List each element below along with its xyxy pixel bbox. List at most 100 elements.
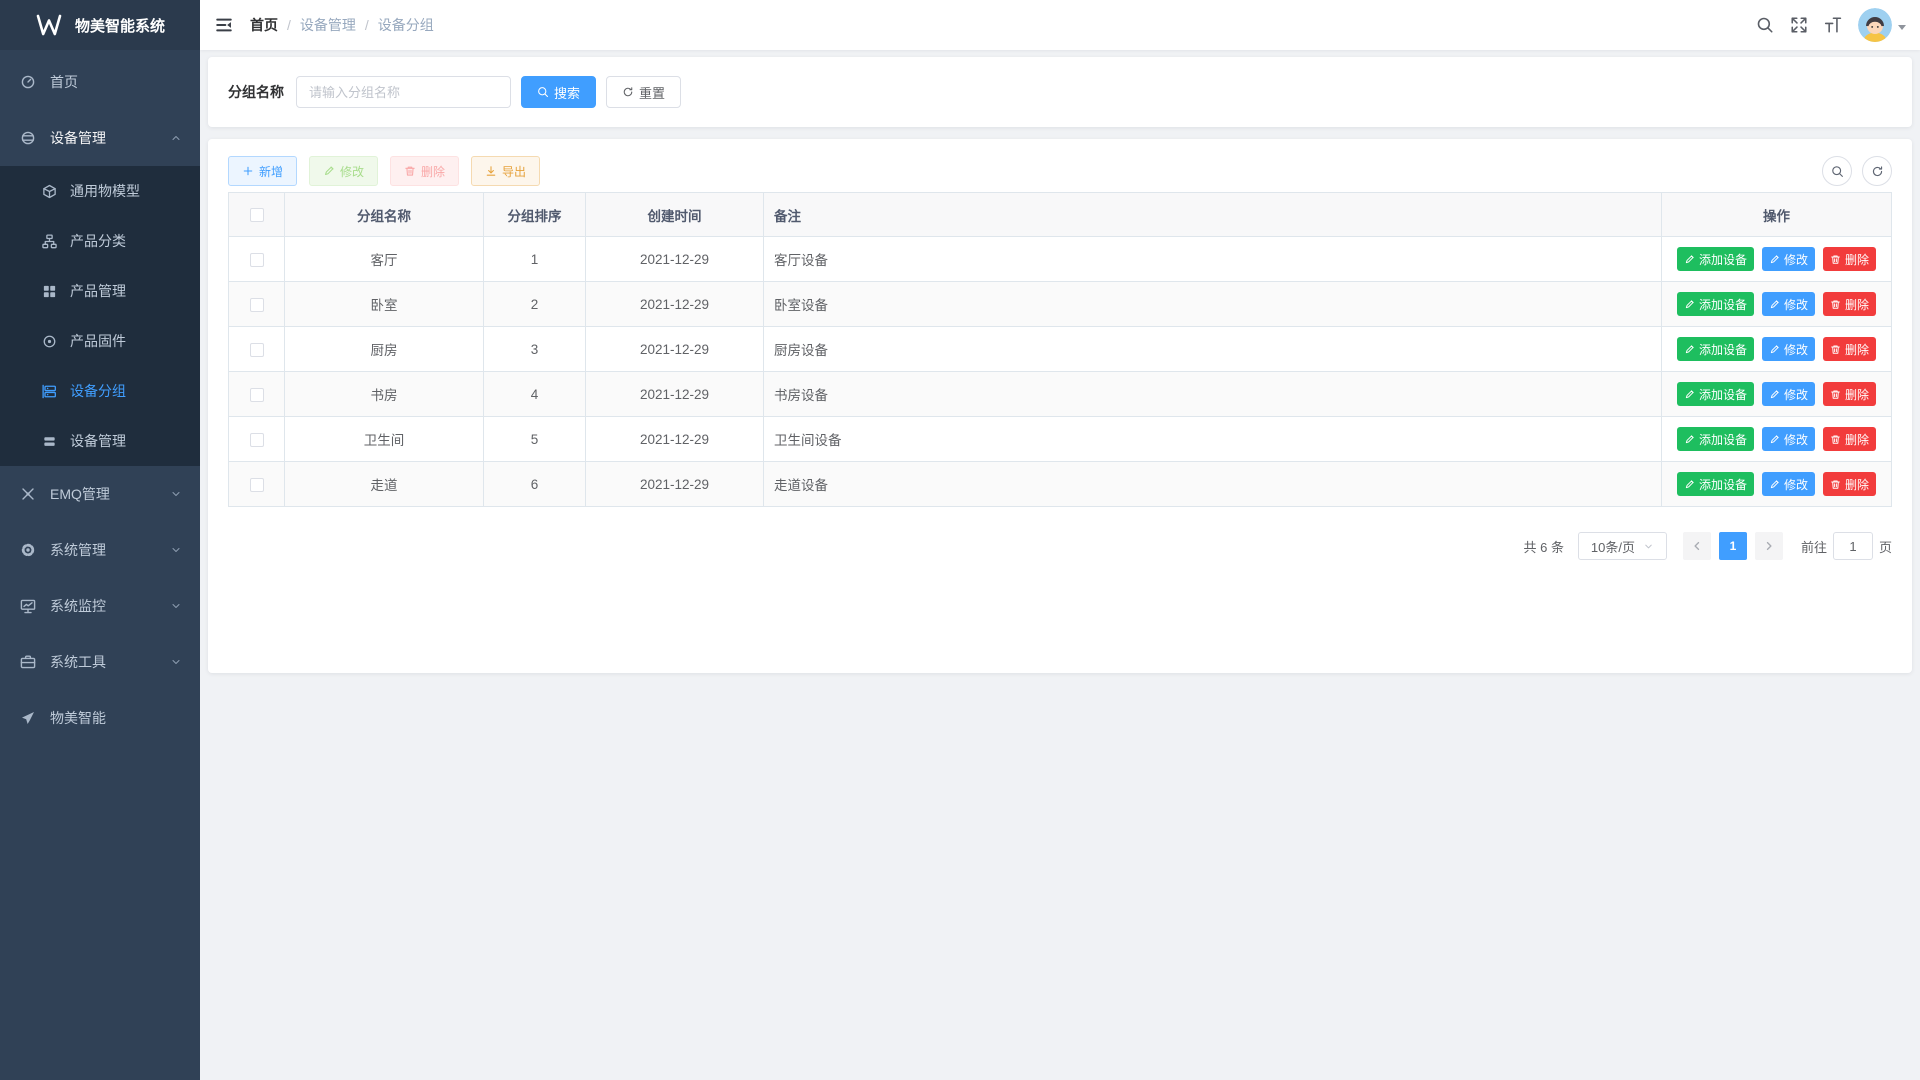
- chevron-down-icon: [170, 600, 182, 612]
- add-button[interactable]: 新增: [228, 156, 297, 186]
- tool-icon: [20, 654, 36, 670]
- row-delete-button[interactable]: 删除: [1823, 337, 1876, 361]
- toggle-search-button[interactable]: [1822, 156, 1852, 186]
- paper-plane-icon: [20, 710, 36, 726]
- cell-remark: 卫生间设备: [764, 417, 1662, 462]
- cell-group-order: 2: [484, 282, 586, 327]
- user-menu[interactable]: [1858, 8, 1906, 42]
- pencil-icon: [1769, 479, 1780, 490]
- row-delete-button[interactable]: 删除: [1823, 472, 1876, 496]
- search-button[interactable]: 搜索: [521, 76, 596, 108]
- main-area: 首页 / 设备管理 / 设备分组: [200, 0, 1920, 1080]
- sidebar-item-device-manage[interactable]: 设备管理: [0, 110, 200, 166]
- sidebar-item-wumei[interactable]: 物美智能: [0, 690, 200, 746]
- page-content: 分组名称 搜索 重置 新增 修改: [200, 50, 1920, 673]
- row-delete-button[interactable]: 删除: [1823, 427, 1876, 451]
- breadcrumb-separator: /: [287, 17, 291, 33]
- add-device-button[interactable]: 添加设备: [1677, 472, 1754, 496]
- breadcrumb-home[interactable]: 首页: [250, 15, 278, 35]
- prev-page-button[interactable]: [1683, 532, 1711, 560]
- row-checkbox[interactable]: [250, 298, 264, 312]
- add-device-button[interactable]: 添加设备: [1677, 247, 1754, 271]
- sidebar-item-thing-model[interactable]: 通用物模型: [0, 166, 200, 216]
- pencil-icon: [1684, 254, 1695, 265]
- cell-group-order: 4: [484, 372, 586, 417]
- cell-created-time: 2021-12-29: [586, 462, 764, 507]
- export-button[interactable]: 导出: [471, 156, 540, 186]
- next-page-button[interactable]: [1755, 532, 1783, 560]
- cell-remark: 书房设备: [764, 372, 1662, 417]
- trash-icon: [404, 165, 416, 177]
- sidebar-item-home[interactable]: 首页: [0, 54, 200, 110]
- group-name-input[interactable]: [296, 76, 511, 108]
- sidebar-item-device-group[interactable]: 设备分组: [0, 366, 200, 416]
- sidebar-item-system-monitor[interactable]: 系统监控: [0, 578, 200, 634]
- font-size-icon[interactable]: [1824, 16, 1842, 34]
- firmware-icon: [42, 334, 57, 349]
- sidebar-item-emq[interactable]: EMQ管理: [0, 466, 200, 522]
- table-row: 卧室 2 2021-12-29 卧室设备 添加设备 修改 删除: [229, 282, 1892, 327]
- row-checkbox[interactable]: [250, 253, 264, 267]
- table-toolbar: 新增 修改 删除 导出: [228, 156, 1892, 186]
- page-number-button[interactable]: 1: [1719, 532, 1747, 560]
- row-checkbox[interactable]: [250, 433, 264, 447]
- add-device-button[interactable]: 添加设备: [1677, 292, 1754, 316]
- delete-button[interactable]: 删除: [390, 156, 459, 186]
- goto-page-input[interactable]: [1833, 532, 1873, 560]
- refresh-table-button[interactable]: [1862, 156, 1892, 186]
- plus-icon: [242, 165, 254, 177]
- chevron-up-icon: [170, 132, 182, 144]
- row-edit-button[interactable]: 修改: [1762, 292, 1815, 316]
- add-device-button[interactable]: 添加设备: [1677, 337, 1754, 361]
- navbar-actions: [1756, 8, 1906, 42]
- cell-remark: 卧室设备: [764, 282, 1662, 327]
- row-edit-button[interactable]: 修改: [1762, 472, 1815, 496]
- cell-group-order: 5: [484, 417, 586, 462]
- pencil-icon: [1769, 299, 1780, 310]
- sidebar-item-system-manage[interactable]: 系统管理: [0, 522, 200, 578]
- page-size-select[interactable]: 10条/页: [1578, 532, 1667, 560]
- add-device-button[interactable]: 添加设备: [1677, 427, 1754, 451]
- pencil-icon: [1769, 344, 1780, 355]
- cell-group-order: 1: [484, 237, 586, 282]
- table-panel: 新增 修改 删除 导出: [208, 139, 1912, 673]
- row-edit-button[interactable]: 修改: [1762, 427, 1815, 451]
- row-checkbox[interactable]: [250, 388, 264, 402]
- add-device-button[interactable]: 添加设备: [1677, 382, 1754, 406]
- row-edit-button[interactable]: 修改: [1762, 337, 1815, 361]
- sidebar-item-device-list[interactable]: 设备管理: [0, 416, 200, 466]
- edit-button[interactable]: 修改: [309, 156, 378, 186]
- app-logo[interactable]: 物美智能系统: [0, 0, 200, 50]
- row-delete-button[interactable]: 删除: [1823, 382, 1876, 406]
- cell-group-name: 厨房: [285, 327, 484, 372]
- sidebar-item-product-manage[interactable]: 产品管理: [0, 266, 200, 316]
- sidebar-item-system-tool[interactable]: 系统工具: [0, 634, 200, 690]
- emq-icon: [20, 486, 36, 502]
- monitor-icon: [20, 598, 36, 614]
- sidebar-item-firmware[interactable]: 产品固件: [0, 316, 200, 366]
- table-row: 客厅 1 2021-12-29 客厅设备 添加设备 修改 删除: [229, 237, 1892, 282]
- select-all-checkbox[interactable]: [250, 208, 264, 222]
- header-search-icon[interactable]: [1756, 16, 1774, 34]
- reset-button[interactable]: 重置: [606, 76, 681, 108]
- sidebar-toggle-icon[interactable]: [215, 16, 233, 34]
- sidebar-item-product-category[interactable]: 产品分类: [0, 216, 200, 266]
- row-delete-button[interactable]: 删除: [1823, 247, 1876, 271]
- cell-created-time: 2021-12-29: [586, 282, 764, 327]
- row-checkbox[interactable]: [250, 478, 264, 492]
- row-edit-button[interactable]: 修改: [1762, 382, 1815, 406]
- row-delete-button[interactable]: 删除: [1823, 292, 1876, 316]
- pencil-icon: [1684, 434, 1695, 445]
- table-row: 卫生间 5 2021-12-29 卫生间设备 添加设备 修改 删除: [229, 417, 1892, 462]
- goto-label: 前往: [1801, 537, 1827, 556]
- row-checkbox[interactable]: [250, 343, 264, 357]
- caret-down-icon: [1898, 25, 1906, 34]
- cell-remark: 走道设备: [764, 462, 1662, 507]
- cell-group-name: 卧室: [285, 282, 484, 327]
- chevron-down-icon: [170, 544, 182, 556]
- fullscreen-icon[interactable]: [1790, 16, 1808, 34]
- row-edit-button[interactable]: 修改: [1762, 247, 1815, 271]
- cell-created-time: 2021-12-29: [586, 417, 764, 462]
- search-icon: [1831, 165, 1844, 178]
- pencil-icon: [1769, 389, 1780, 400]
